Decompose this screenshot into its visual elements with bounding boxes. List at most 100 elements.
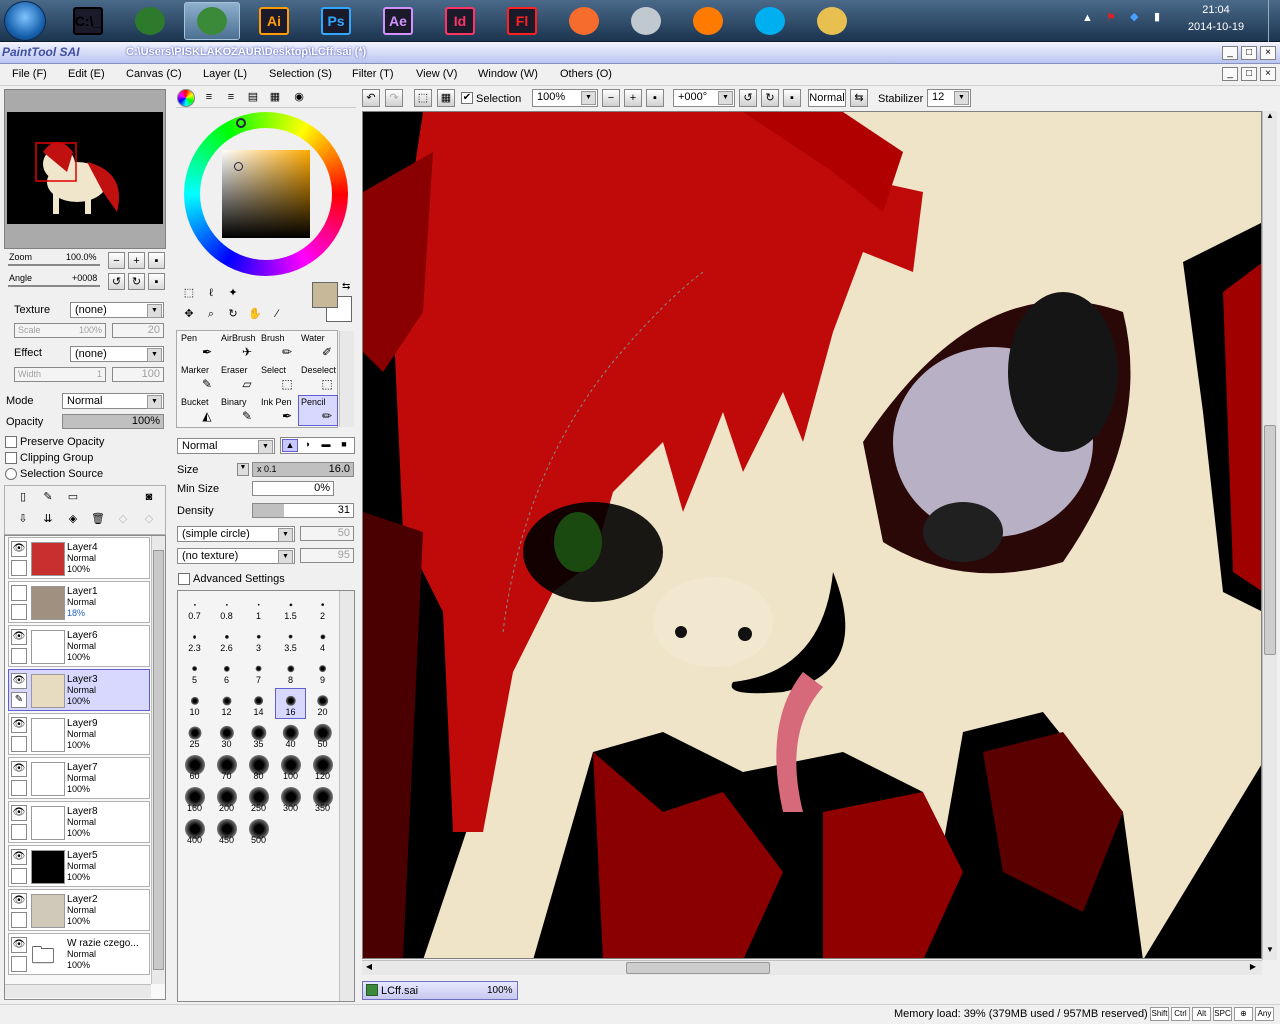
eyedropper-icon[interactable]: ⁄ bbox=[268, 306, 286, 324]
shape-round-icon[interactable]: ◗ bbox=[300, 439, 316, 452]
primary-color-swatch[interactable] bbox=[312, 282, 338, 308]
swatches-mode-icon[interactable]: ▦ bbox=[266, 89, 284, 107]
brush-size-200[interactable]: 200 bbox=[211, 784, 242, 815]
brush-size-400[interactable]: 400 bbox=[179, 816, 210, 847]
tray-arrow-icon[interactable]: ▲ bbox=[1082, 12, 1093, 24]
deselect-button[interactable]: ⬚ bbox=[414, 89, 432, 107]
new-folder-icon[interactable]: ▭ bbox=[64, 489, 82, 507]
layer-row[interactable]: 👁 Layer6 Normal 100% bbox=[8, 625, 150, 667]
zoom-slider[interactable] bbox=[8, 264, 100, 266]
taskbar-illustrator-button[interactable]: Ai bbox=[246, 2, 302, 40]
min-size-bar[interactable]: 0% bbox=[252, 481, 334, 496]
move-icon[interactable]: ✥ bbox=[180, 306, 198, 324]
transfer-down-icon[interactable]: ⇩ bbox=[14, 511, 32, 529]
hand-icon[interactable]: ✋ bbox=[246, 306, 264, 324]
lock-toggle[interactable] bbox=[11, 956, 27, 972]
action-center-icon[interactable]: ⚑ bbox=[1106, 11, 1116, 24]
angle-slider[interactable] bbox=[8, 285, 100, 287]
scroll-down-icon[interactable]: ▼ bbox=[1264, 945, 1276, 959]
rgb-slider-mode-icon[interactable]: ≡ bbox=[200, 89, 218, 107]
brush-size-40[interactable]: 40 bbox=[275, 720, 306, 751]
layer-row[interactable]: 👁 Layer5 Normal 100% bbox=[8, 845, 150, 887]
canvas-hscrollbar[interactable]: ◀ ▶ bbox=[362, 960, 1262, 975]
navigator-preview[interactable] bbox=[7, 112, 163, 224]
sv-marker[interactable] bbox=[234, 162, 243, 171]
delete-layer-icon[interactable]: 🗑 bbox=[89, 511, 107, 529]
brush-size-9[interactable]: 9 bbox=[307, 656, 338, 687]
brush-size-3-5[interactable]: 3.5 bbox=[275, 624, 306, 655]
clipping-group-checkbox[interactable] bbox=[5, 452, 17, 464]
edit-pen-icon[interactable]: ✎ bbox=[11, 692, 27, 708]
tool-select[interactable]: Select ⬚ bbox=[258, 363, 298, 394]
layer-row[interactable]: 👁 Layer9 Normal 100% bbox=[8, 713, 150, 755]
zoom-icon[interactable]: ⌕ bbox=[202, 306, 220, 324]
doc-close-button[interactable]: × bbox=[1260, 67, 1276, 81]
brush-size-25[interactable]: 25 bbox=[179, 720, 210, 751]
hue-marker[interactable] bbox=[236, 118, 246, 128]
taskbar-origin-button[interactable] bbox=[556, 2, 612, 40]
selection-source-radio[interactable] bbox=[5, 468, 17, 480]
eye-icon[interactable]: 👁 bbox=[11, 893, 27, 909]
brush-size-5[interactable]: 5 bbox=[179, 656, 210, 687]
clear-layer-icon[interactable]: ◈ bbox=[64, 511, 82, 529]
tool-pen[interactable]: Pen ✒ bbox=[178, 331, 218, 362]
brush-size-350[interactable]: 350 bbox=[307, 784, 338, 815]
lock-toggle[interactable] bbox=[11, 648, 27, 664]
maximize-button[interactable]: □ bbox=[1241, 46, 1257, 60]
rotate-icon[interactable]: ↻ bbox=[224, 306, 242, 324]
menu-file[interactable]: File (F) bbox=[12, 68, 47, 80]
menu-edit[interactable]: Edit (E) bbox=[68, 68, 105, 80]
lock-toggle[interactable] bbox=[11, 560, 27, 576]
eye-icon[interactable]: 👁 bbox=[11, 673, 27, 689]
brush-size-300[interactable]: 300 bbox=[275, 784, 306, 815]
brush-size-2-6[interactable]: 2.6 bbox=[211, 624, 242, 655]
flip-canvas-button[interactable]: ⇆ bbox=[850, 89, 868, 107]
menu-selection[interactable]: Selection (S) bbox=[269, 68, 332, 80]
advanced-settings-checkbox[interactable] bbox=[178, 573, 190, 585]
layer-row[interactable]: Layer1 Normal 18% bbox=[8, 581, 150, 623]
taskbar-photoshop-button[interactable]: Ps bbox=[308, 2, 364, 40]
canvas-zoom-in-button[interactable]: + bbox=[624, 89, 642, 107]
brush-size-scrollbar[interactable] bbox=[339, 591, 354, 1001]
start-button[interactable] bbox=[4, 1, 46, 41]
zoom-in-button[interactable]: + bbox=[128, 252, 145, 269]
menu-view[interactable]: View (V) bbox=[416, 68, 457, 80]
rotate-reset-button[interactable]: ▪ bbox=[148, 273, 165, 290]
canvas-angle-select[interactable]: +000° bbox=[673, 89, 735, 107]
brush-shape-buttons[interactable]: ▲ ◗ ▬ ■ bbox=[280, 437, 355, 454]
eye-icon[interactable] bbox=[11, 585, 27, 601]
palette-mode-icon[interactable]: ▤ bbox=[244, 89, 262, 107]
layer-opacity-bar[interactable]: 100% bbox=[62, 414, 164, 429]
merge-down-icon[interactable]: ⇊ bbox=[39, 511, 57, 529]
canvas-zoom-reset-button[interactable]: ▪ bbox=[646, 89, 664, 107]
lock-toggle[interactable] bbox=[11, 824, 27, 840]
network-icon[interactable]: ▮ bbox=[1154, 10, 1160, 23]
brush-size-20[interactable]: 20 bbox=[307, 688, 338, 719]
canvas-zoom-select[interactable]: 100% bbox=[532, 89, 598, 107]
shape-triangle-icon[interactable]: ▲ bbox=[282, 439, 298, 452]
swap-colors-icon[interactable]: ⇆ bbox=[342, 281, 350, 292]
brush-size-12[interactable]: 12 bbox=[211, 688, 242, 719]
lock-toggle[interactable] bbox=[11, 868, 27, 884]
clock-date[interactable]: 2014-10-19 bbox=[1186, 21, 1246, 33]
canvas-vscroll-thumb[interactable] bbox=[1264, 425, 1276, 655]
brush-size-16[interactable]: 16 bbox=[275, 688, 306, 719]
close-button[interactable]: × bbox=[1260, 46, 1276, 60]
layers-hscrollbar[interactable] bbox=[5, 984, 151, 998]
zoom-out-button[interactable]: − bbox=[108, 252, 125, 269]
minimize-button[interactable]: _ bbox=[1222, 46, 1238, 60]
layer-row[interactable]: 👁 ✎ Layer3 Normal 100% bbox=[8, 669, 150, 711]
brush-size-1[interactable]: 1 bbox=[243, 592, 274, 623]
rect-select-icon[interactable]: ⬚ bbox=[180, 285, 198, 303]
zoom-value[interactable]: 100.0% bbox=[66, 252, 97, 262]
zoom-reset-button[interactable]: ▪ bbox=[148, 252, 165, 269]
magic-wand-icon[interactable]: ✦ bbox=[224, 285, 242, 303]
preserve-opacity-checkbox[interactable] bbox=[5, 436, 17, 448]
color-wheel-mode-icon[interactable] bbox=[177, 89, 195, 107]
taskbar-skype-button[interactable] bbox=[742, 2, 798, 40]
brush-size-250[interactable]: 250 bbox=[243, 784, 274, 815]
taskbar-steam-button[interactable] bbox=[618, 2, 674, 40]
layers-scroll-thumb[interactable] bbox=[153, 550, 164, 970]
new-layer-icon[interactable]: ▯ bbox=[14, 489, 32, 507]
brush-size-4[interactable]: 4 bbox=[307, 624, 338, 655]
